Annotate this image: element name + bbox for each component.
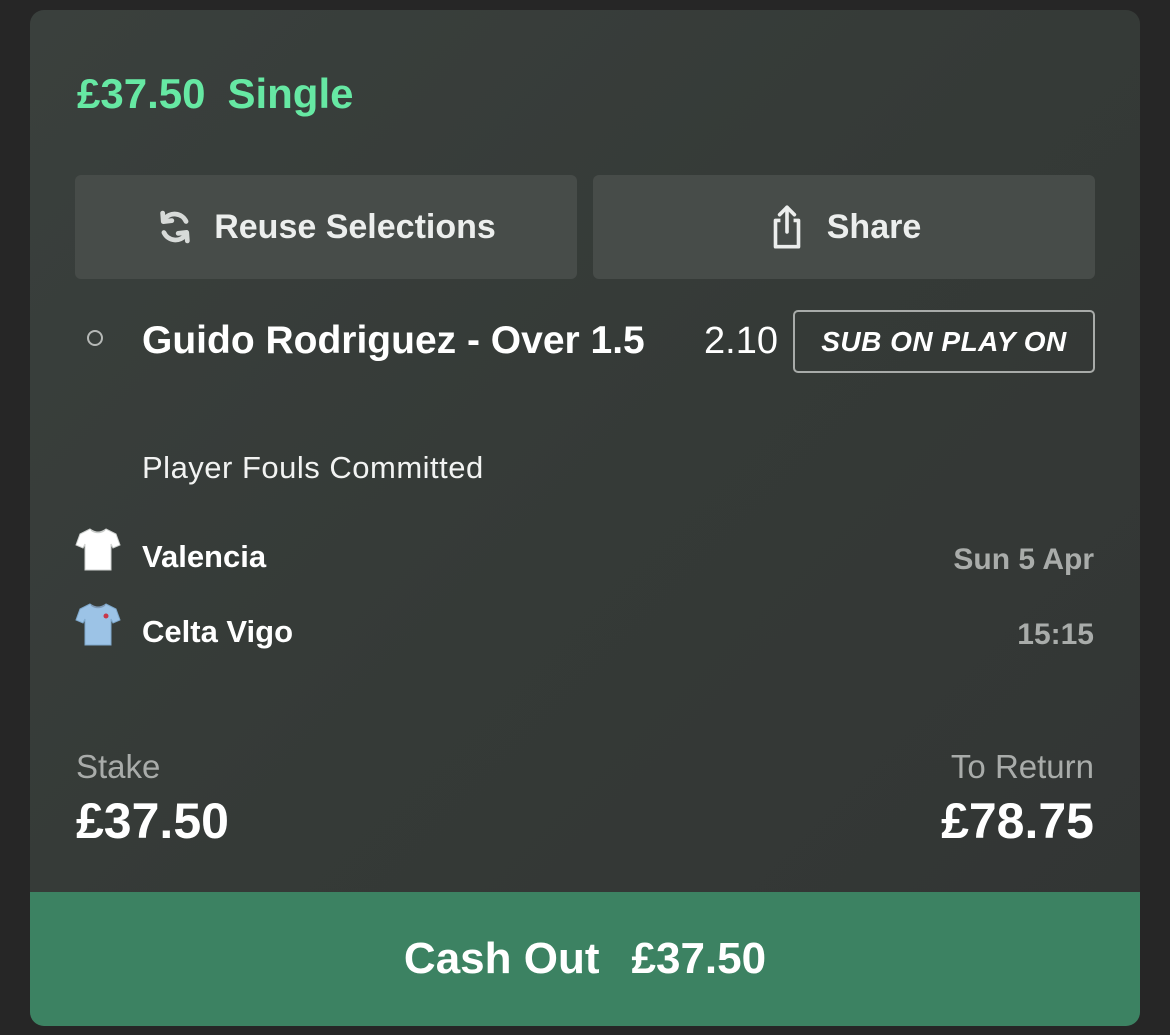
selection-name: Guido Rodriguez - Over 1.5 (142, 319, 645, 362)
market-name: Player Fouls Committed (142, 450, 484, 485)
cash-out-amount: £37.50 (631, 934, 767, 983)
event-date: Sun 5 Apr (953, 543, 1094, 576)
light-blue-shirt-icon (75, 601, 121, 647)
stake-label: Stake (76, 748, 161, 785)
cash-out-button[interactable]: Cash Out £37.50 (30, 892, 1140, 1026)
share-button[interactable]: Share (593, 175, 1095, 279)
selection-odds: 2.10 (704, 320, 778, 362)
sub-on-play-on-badge: SUB ON PLAY ON (793, 310, 1095, 373)
bet-card: £37.50 Single Reuse Selections Share Guid… (30, 10, 1140, 1026)
selection-status-indicator (87, 330, 103, 346)
to-return-value: £78.75 (941, 793, 1094, 849)
reuse-selections-label: Reuse Selections (214, 207, 496, 246)
reuse-selections-button[interactable]: Reuse Selections (75, 175, 577, 279)
cash-out-label: Cash Out (403, 934, 600, 983)
share-icon (767, 204, 807, 250)
team-name-away: Celta Vigo (142, 614, 294, 649)
stake-value: £37.50 (76, 793, 229, 849)
share-label: Share (826, 207, 922, 246)
to-return-label: To Return (950, 748, 1094, 785)
bet-header: £37.50 Single (77, 70, 354, 118)
event-time: 15:15 (1017, 618, 1094, 651)
bet-type: Single (227, 70, 354, 117)
refresh-icon (156, 208, 194, 246)
white-shirt-icon (75, 526, 121, 572)
bet-header-amount: £37.50 (77, 70, 206, 117)
team-name-home: Valencia (142, 539, 267, 574)
